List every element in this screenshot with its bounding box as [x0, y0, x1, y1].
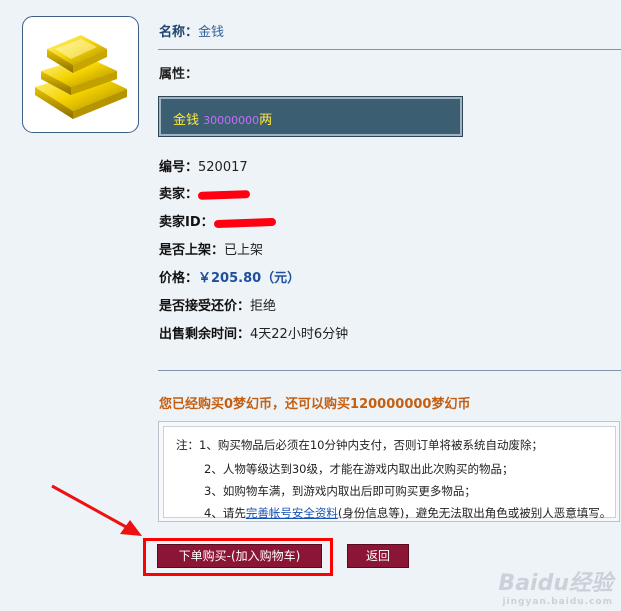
account-security-link[interactable]: 完善帐号安全资料 — [246, 506, 338, 520]
detail-label: 卖家ID： — [159, 215, 214, 230]
notice-text: 4、请先 — [204, 506, 246, 520]
notice-line: 注：1、购买物品后必须在10分钟内支付，否则订单将被系统自动废除； — [176, 438, 543, 452]
redaction-mark — [213, 217, 276, 228]
watermark-text: Baidu经验 — [498, 571, 613, 596]
highlight-box — [143, 538, 333, 576]
notice-box: 注：1、购买物品后必须在10分钟内支付，否则订单将被系统自动废除； 2、人物等级… — [158, 421, 620, 522]
detail-label: 出售剩余时间： — [159, 327, 251, 342]
detail-value: 拒绝 — [250, 299, 277, 314]
divider — [158, 49, 621, 50]
detail-value: 520017 — [198, 160, 248, 175]
item-image — [22, 16, 139, 133]
divider — [158, 370, 621, 371]
attribute-gold-label: 金钱 — [173, 113, 200, 128]
detail-label: 是否接受还价： — [159, 299, 251, 314]
attribute-gold-amount: 30000000 — [203, 114, 260, 127]
watermark-subtext: jingyan.baidu.com — [502, 597, 613, 607]
baidu-watermark: Baidu经验 jingyan.baidu.com — [498, 565, 613, 607]
redaction-mark — [197, 189, 251, 200]
notice-line: 4、请先完善帐号安全资料(身份信息等)，避免无法取出角色或被别人恶意填写。 — [204, 505, 611, 521]
detail-value: 已上架 — [224, 243, 264, 258]
detail-seller-row: 卖家： — [159, 183, 251, 202]
detail-label: 是否上架： — [159, 243, 225, 258]
detail-value: 4天22小时6分钟 — [250, 327, 349, 342]
notice-line: 3、如购物车满，到游戏内取出后即可购买更多物品； — [204, 484, 476, 498]
item-name-row: 名称：金钱 — [159, 21, 224, 40]
notice-text: (身份信息等)，避免无法取出角色或被别人恶意填写。 — [337, 506, 612, 520]
purchase-status: 您已经购买0梦幻币，还可以购买120000000梦幻币 — [159, 397, 471, 412]
price-value: ￥205.80（元） — [198, 271, 301, 286]
notice-line: 2、人物等级达到30级，才能在游戏内取出此次购买的物品； — [204, 462, 514, 476]
detail-remaining-row: 出售剩余时间：4天22小时6分钟 — [159, 323, 348, 342]
detail-counteroffer-row: 是否接受还价：拒绝 — [159, 295, 276, 314]
detail-label: 编号： — [159, 160, 199, 175]
item-name-label: 名称： — [159, 25, 199, 40]
gold-bars-icon — [35, 35, 127, 119]
attribute-box: 金钱 30000000两 — [158, 96, 463, 137]
detail-id-row: 编号：520017 — [159, 156, 248, 175]
attribute-gold-unit: 两 — [259, 113, 273, 128]
back-button[interactable]: 返回 — [347, 544, 409, 568]
detail-seller-id-row: 卖家ID： — [159, 211, 276, 230]
detail-label: 价格： — [159, 271, 199, 286]
detail-price-row: 价格：￥205.80（元） — [159, 267, 300, 286]
detail-label: 卖家： — [159, 187, 199, 202]
attribute-label: 属性： — [159, 67, 199, 82]
red-arrow-icon — [51, 484, 142, 536]
item-name-value: 金钱 — [198, 25, 225, 40]
detail-listed-row: 是否上架：已上架 — [159, 239, 263, 258]
